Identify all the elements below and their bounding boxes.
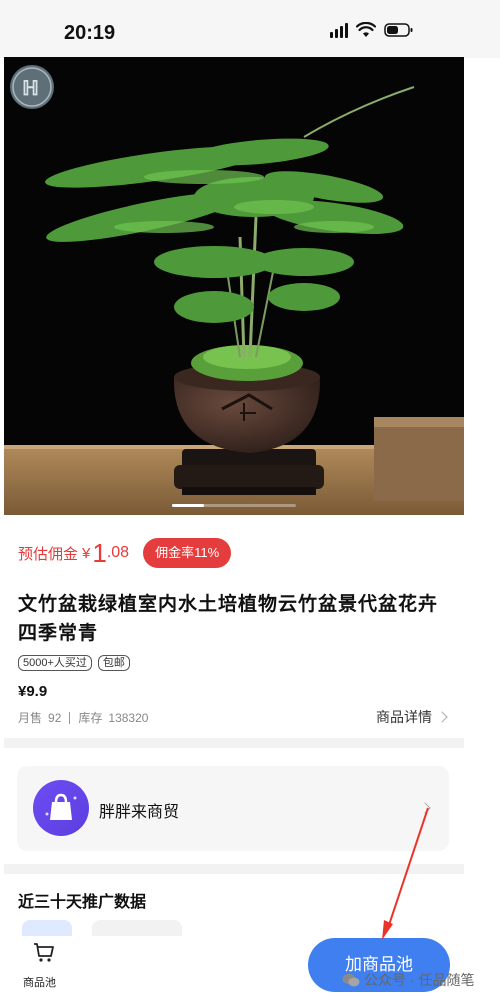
stock-value: 138320 xyxy=(108,710,149,725)
shop-name: 胖胖来商贸 xyxy=(99,804,180,821)
signal-icon xyxy=(330,22,348,38)
commission-label: 预估佣金 xyxy=(18,545,79,563)
commission-amount-dec: .08 xyxy=(106,544,130,561)
section-divider xyxy=(4,864,464,874)
watermark: 公众号 · 任品随笔 xyxy=(342,970,474,990)
product-image[interactable]: ℍ xyxy=(4,57,464,515)
wechat-icon xyxy=(342,973,360,987)
chevron-right-icon xyxy=(436,711,448,723)
product-detail-label: 商品详情 xyxy=(376,709,432,725)
status-bar: 20:19 xyxy=(0,0,500,58)
product-pool-tab[interactable] xyxy=(22,940,66,971)
cart-icon xyxy=(34,943,54,962)
status-icons xyxy=(330,22,414,38)
chevron-right-icon xyxy=(419,802,431,814)
product-pool-label: 商品池 xyxy=(23,977,56,989)
wifi-icon xyxy=(356,22,376,37)
commission-currency: ¥ xyxy=(82,544,91,562)
tag-free-shipping: 包邮 xyxy=(97,655,130,671)
svg-text:ℍ: ℍ xyxy=(22,78,39,100)
section-divider xyxy=(4,738,464,748)
shop-card[interactable]: 胖胖来商贸 xyxy=(17,766,449,851)
tag-buyers: 5000+人买过 xyxy=(18,655,92,671)
sales-row: 月售 92 库存 138320 xyxy=(18,709,148,726)
product-price: ¥9.9 xyxy=(18,683,48,700)
sales-label: 月售 xyxy=(18,711,43,725)
carousel-indicator xyxy=(172,504,296,507)
battery-icon xyxy=(384,23,413,37)
commission-row: 预估佣金 ¥ 1 .08 佣金率11% xyxy=(18,535,232,571)
commission-rate-badge: 佣金率11% xyxy=(143,538,232,568)
watermark-text: 公众号 · 任品随笔 xyxy=(364,972,475,988)
product-tags: 5000+人买过 包邮 xyxy=(18,655,130,671)
bonsai-photo: ℍ xyxy=(4,57,464,515)
divider xyxy=(69,711,71,724)
promotion-data-title: 近三十天推广数据 xyxy=(18,894,147,911)
data-tab[interactable] xyxy=(92,920,182,936)
sales-value: 92 xyxy=(48,710,62,725)
carousel-indicator-active xyxy=(172,504,204,507)
product-title: 文竹盆栽绿植室内水土培植物云竹盆景代盆花卉四季常青 xyxy=(18,594,439,644)
data-tab-active[interactable] xyxy=(22,920,72,936)
product-detail-link[interactable]: 商品详情 xyxy=(376,707,448,727)
shop-bag-icon xyxy=(45,793,77,820)
shop-avatar xyxy=(33,780,89,836)
status-time: 20:19 xyxy=(64,22,116,44)
stock-label: 库存 xyxy=(78,711,103,725)
commission-amount-int: 1 xyxy=(92,538,107,568)
